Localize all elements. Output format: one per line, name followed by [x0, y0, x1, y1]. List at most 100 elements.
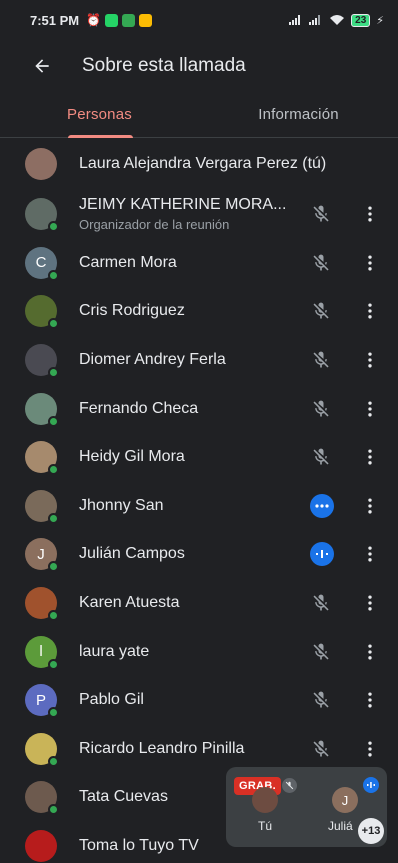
participant-name: Karen Atuesta	[79, 594, 180, 612]
participant-info: Julián Campos	[79, 545, 298, 563]
tab-bar: Personas Información	[0, 92, 398, 138]
more-options-button[interactable]	[358, 591, 382, 615]
more-options-button[interactable]	[358, 494, 382, 518]
charging-icon: ⚡	[376, 14, 384, 27]
participant-row[interactable]: P Pablo Gil	[0, 676, 398, 725]
mic-off-icon	[309, 397, 333, 421]
participant-row[interactable]: Cris Rodriguez	[0, 287, 398, 336]
participant-info: Karen Atuesta	[79, 594, 298, 612]
participant-name: Laura Alejandra Vergara Perez (tú)	[79, 155, 327, 173]
pip-self-label: Tú	[258, 819, 273, 833]
avatar-container	[25, 781, 59, 816]
avatar-letter: P	[35, 691, 46, 709]
participant-row[interactable]: Diomer Andrey Ferla	[0, 336, 398, 385]
tab-label: Personas	[67, 106, 132, 123]
participant-name: Julián Campos	[79, 545, 185, 563]
avatar-container	[25, 344, 59, 379]
presence-dot	[48, 658, 59, 670]
presence-dot	[48, 512, 59, 524]
presence-dot	[48, 804, 59, 816]
mic-off-icon	[309, 348, 333, 372]
participant-row[interactable]: Heidy Gil Mora	[0, 433, 398, 482]
participant-name: Ricardo Leandro Pinilla	[79, 739, 245, 757]
participant-row[interactable]: Jhonny San	[0, 482, 398, 531]
presence-dot	[48, 415, 59, 427]
pip-self-avatar	[252, 787, 278, 813]
participant-name: Heidy Gil Mora	[79, 448, 185, 466]
presence-dot	[48, 318, 59, 330]
mic-off-icon	[309, 445, 333, 469]
back-button[interactable]	[22, 46, 62, 86]
participant-name: Pablo Gil	[79, 691, 144, 709]
participant-row[interactable]: Laura Alejandra Vergara Perez (tú)	[0, 140, 398, 189]
app-bar: Sobre esta llamada	[0, 42, 398, 90]
participant-info: laura yate	[79, 643, 298, 661]
wifi-icon	[330, 15, 345, 25]
participant-row[interactable]: Ricardo Leandro Pinilla	[0, 725, 398, 774]
participant-row[interactable]: C Carmen Mora	[0, 239, 398, 288]
more-options-button[interactable]	[358, 445, 382, 469]
signal-icon	[309, 15, 321, 25]
avatar-letter: C	[35, 254, 47, 272]
call-pip-overlay[interactable]: GRAB. Tú J Juliá +13	[226, 767, 387, 847]
presence-dot	[48, 561, 59, 573]
audio-dots-icon	[310, 493, 334, 518]
more-options-button[interactable]	[358, 542, 382, 566]
more-options-button[interactable]	[358, 688, 382, 712]
signal-icon	[289, 15, 301, 25]
participant-info: Ricardo Leandro Pinilla	[79, 740, 298, 758]
more-options-button[interactable]	[358, 202, 382, 226]
tab-label: Información	[258, 106, 339, 123]
speaking-icon	[310, 542, 334, 567]
pip-other-avatar: J	[332, 787, 358, 813]
participant-row[interactable]: JEIMY KATHERINE MORA... Organizador de la…	[0, 189, 398, 239]
pip-more-count[interactable]: +13	[358, 818, 384, 844]
avatar-container	[25, 732, 59, 767]
participant-row[interactable]: Karen Atuesta	[0, 579, 398, 628]
more-options-button[interactable]	[358, 348, 382, 372]
more-options-button[interactable]	[358, 251, 382, 275]
participant-name: Jhonny San	[79, 496, 164, 514]
participant-row[interactable]: J Julián Campos	[0, 530, 398, 579]
participant-name: Diomer Andrey Ferla	[79, 351, 226, 369]
pip-speaking-icon	[363, 777, 379, 793]
participant-name: JEIMY KATHERINE MORA...	[79, 195, 287, 213]
page-title: Sobre esta llamada	[82, 55, 246, 76]
more-options-button[interactable]	[358, 640, 382, 664]
pip-other-label: Juliá	[328, 819, 353, 833]
tab-personas[interactable]: Personas	[0, 92, 199, 138]
avatar-container: J	[25, 538, 59, 573]
participant-info: Pablo Gil	[79, 691, 298, 709]
participant-info: Fernando Checa	[79, 400, 298, 418]
participant-name: Cris Rodriguez	[79, 302, 185, 320]
presence-dot	[48, 220, 59, 232]
avatar-container	[25, 197, 59, 232]
avatar	[25, 148, 57, 181]
avatar-container	[25, 441, 59, 476]
more-options-button[interactable]	[358, 397, 382, 421]
participant-name: laura yate	[79, 642, 150, 660]
status-bar: 7:51 PM ⏰ 23 ⚡	[0, 0, 398, 40]
presence-dot	[48, 707, 59, 719]
avatar	[25, 830, 57, 863]
pip-self-muted-icon	[282, 778, 297, 793]
participant-info: Heidy Gil Mora	[79, 448, 298, 466]
more-options-button[interactable]	[358, 299, 382, 323]
participant-row[interactable]: Fernando Checa	[0, 384, 398, 433]
participant-name: Carmen Mora	[79, 253, 177, 271]
avatar-container	[25, 392, 59, 427]
more-options-button[interactable]	[358, 737, 382, 761]
pip-other-letter: J	[341, 792, 349, 808]
participant-row[interactable]: l laura yate	[0, 627, 398, 676]
tab-informacion[interactable]: Información	[199, 92, 398, 137]
avatar-letter: J	[37, 545, 45, 563]
back-arrow-icon	[35, 59, 49, 73]
mic-off-icon	[309, 737, 333, 761]
presence-dot	[48, 367, 59, 379]
avatar-container: l	[25, 635, 59, 670]
avatar-container: C	[25, 246, 59, 281]
avatar-container	[25, 587, 59, 622]
participant-info: Jhonny San	[79, 497, 298, 515]
status-right: 23 ⚡	[289, 13, 384, 27]
presence-dot	[48, 610, 59, 622]
